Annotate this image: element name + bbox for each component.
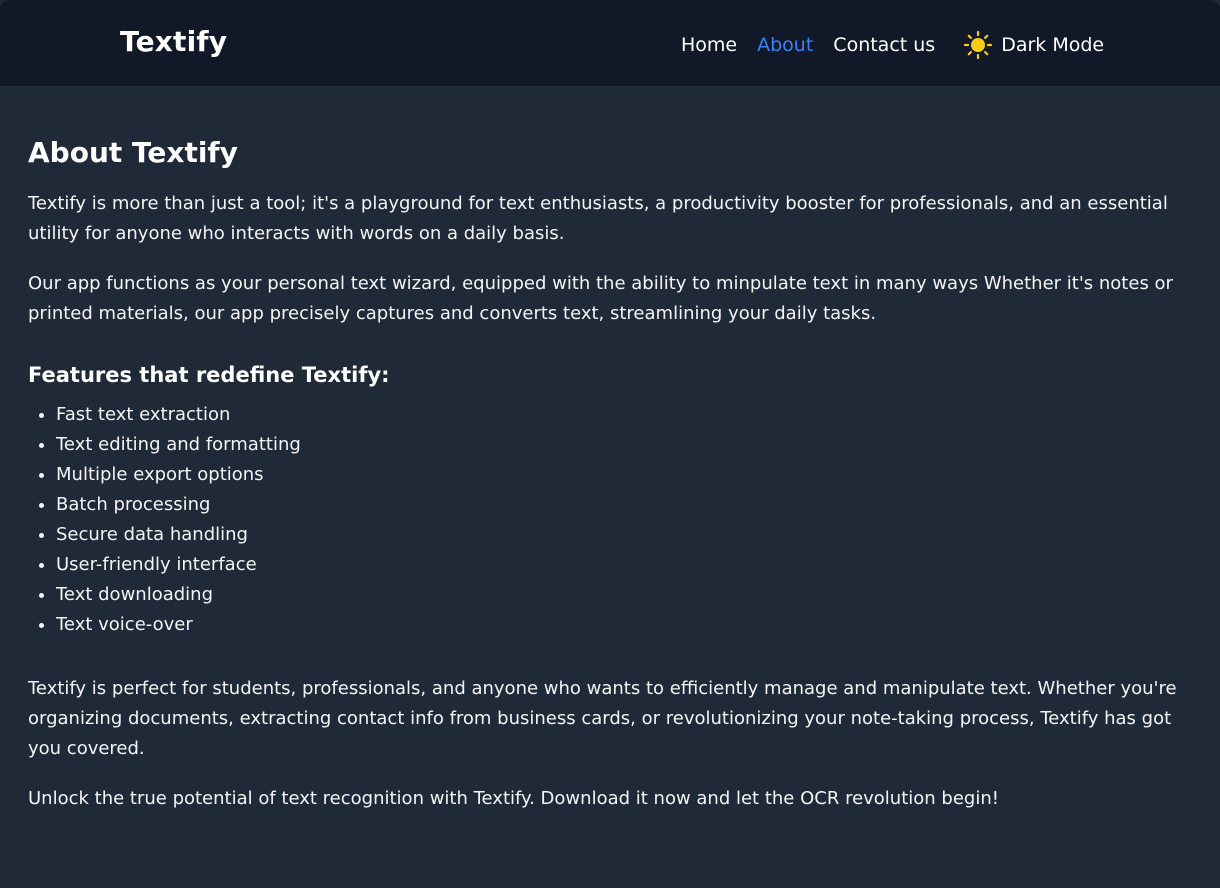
feature-item: Secure data handling [56,520,1198,550]
feature-item: Text downloading [56,580,1198,610]
feature-item: User-friendly interface [56,550,1198,580]
nav-link-about[interactable]: About [757,34,813,56]
feature-item: Fast text extraction [56,400,1198,430]
navbar: Textify Home About Contact us Dark Mode [0,0,1220,86]
closing-paragraph-1: Textify is perfect for students, profess… [28,678,1177,759]
page-title: About Textify [28,136,238,169]
intro-paragraph-2: Our app functions as your personal text … [28,273,1173,324]
brand-logo[interactable]: Textify [120,25,227,58]
dark-mode-label: Dark Mode [1001,34,1105,56]
closing-paragraph-2: Unlock the true potential of text recogn… [28,788,999,809]
features-heading: Features that redefine Textify: [28,363,390,387]
feature-item: Text voice-over [56,610,1198,640]
nav-link-home[interactable]: Home [681,34,737,56]
about-content: About Textify Textify is more than just … [28,136,1198,834]
dark-mode-toggle[interactable]: Dark Mode [963,30,1104,60]
features-list: Fast text extraction Text editing and fo… [28,400,1198,640]
nav-link-contact-us[interactable]: Contact us [833,34,935,56]
sun-icon [963,30,993,60]
nav-links: Home About Contact us Dark Mode [681,30,1104,60]
feature-item: Multiple export options [56,460,1198,490]
feature-item: Text editing and formatting [56,430,1198,460]
intro-paragraph-1: Textify is more than just a tool; it's a… [28,193,1168,244]
feature-item: Batch processing [56,490,1198,520]
